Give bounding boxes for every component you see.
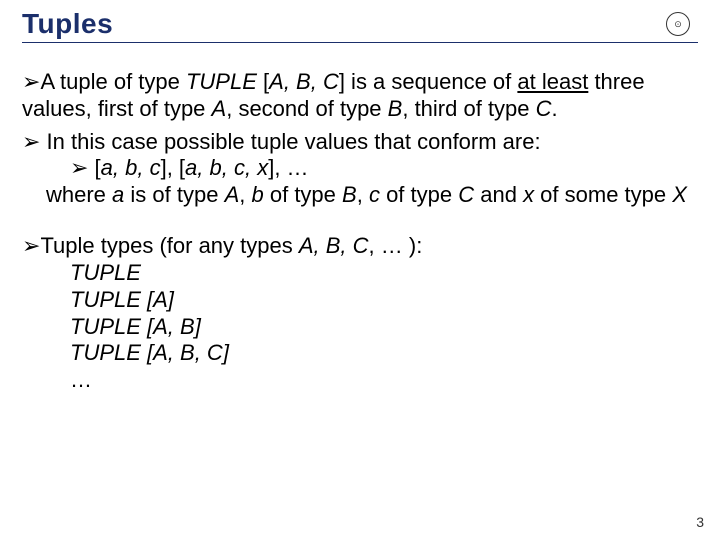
slide-title: Tuples [22, 8, 113, 40]
bullet-icon: ➢ [22, 129, 40, 156]
slide: Tuples ⊙ ➢A tuple of type TUPLE [A, B, C… [0, 0, 720, 540]
title-row: Tuples ⊙ [22, 8, 698, 43]
type-line-4: TUPLE [A, B, C] [22, 340, 698, 367]
paragraph-5: ➢Tuple types (for any types A, B, C, … )… [22, 233, 698, 260]
type-line-ellipsis: … [22, 367, 698, 394]
paragraph-3: ➢ [a, b, c], [a, b, c, x], … [22, 155, 698, 182]
paragraph-4: where a is of type A, b of type B, c of … [22, 182, 698, 209]
type-line-1: TUPLE [22, 260, 698, 287]
type-line-3: TUPLE [A, B] [22, 314, 698, 341]
bullet-icon: ➢ [22, 233, 40, 260]
page-number: 3 [696, 514, 704, 530]
paragraph-2: ➢ In this case possible tuple values tha… [22, 129, 698, 156]
slide-body: ➢A tuple of type TUPLE [A, B, C] is a se… [22, 69, 698, 394]
type-line-2: TUPLE [A] [22, 287, 698, 314]
bullet-icon: ➢ [70, 155, 88, 182]
paragraph-1: ➢A tuple of type TUPLE [A, B, C] is a se… [22, 69, 698, 123]
bullet-icon: ➢ [22, 69, 40, 96]
logo-icon: ⊙ [666, 12, 690, 36]
